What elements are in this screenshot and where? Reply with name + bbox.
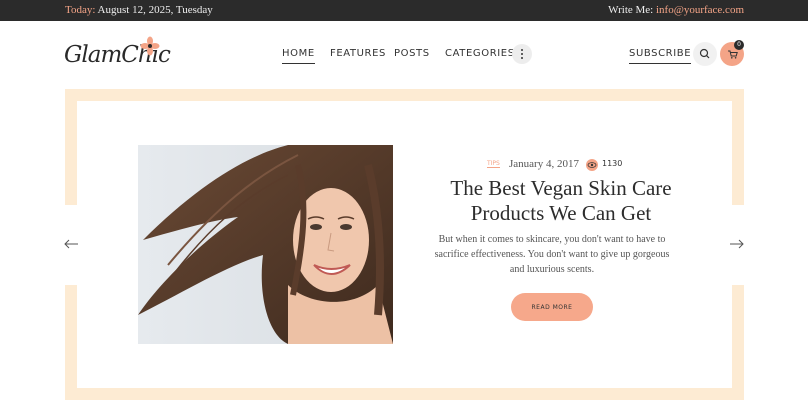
arrow-right-icon[interactable] (729, 236, 745, 252)
post-view-count: 1130 (602, 159, 623, 168)
post-excerpt: But when it comes to skincare, you don't… (434, 234, 670, 275)
today-info: Today: August 12, 2025, Tuesday (65, 4, 213, 16)
search-icon (699, 48, 710, 59)
post-image[interactable] (138, 145, 393, 344)
top-bar: Today: August 12, 2025, Tuesday Write Me… (0, 0, 808, 21)
read-more-button[interactable]: READ MORE (511, 293, 593, 321)
subscribe-button[interactable]: SUBSCRIBE (629, 48, 692, 64)
contact-email-link[interactable]: info@yourface.com (656, 4, 744, 16)
nav-item-home[interactable]: HOME (282, 48, 315, 64)
flower-icon (140, 36, 160, 56)
search-button[interactable] (693, 42, 717, 66)
write-me-label: Write Me: (608, 4, 654, 16)
post-category-tag[interactable]: TIPS (487, 160, 500, 168)
nav-item-features[interactable]: FEATURES (330, 48, 386, 59)
more-menu-button[interactable] (512, 44, 532, 64)
site-logo[interactable]: GlamChic (64, 36, 171, 76)
today-date: August 12, 2025, Tuesday (97, 4, 213, 16)
cart-count-badge: 0 (734, 40, 744, 50)
nav-item-categories[interactable]: CATEGORIES (445, 48, 515, 59)
nav-item-posts[interactable]: POSTS (394, 48, 430, 59)
vertical-dots-icon (521, 48, 523, 60)
contact-info: Write Me: info@yourface.com (608, 4, 744, 16)
portrait-photo (138, 145, 393, 344)
post-title[interactable]: The Best Vegan Skin Care Products We Can… (420, 176, 702, 226)
arrow-left-icon[interactable] (63, 236, 79, 252)
today-label: Today: (65, 4, 96, 16)
post-date: January 4, 2017 (509, 158, 579, 170)
eye-icon (586, 159, 598, 171)
